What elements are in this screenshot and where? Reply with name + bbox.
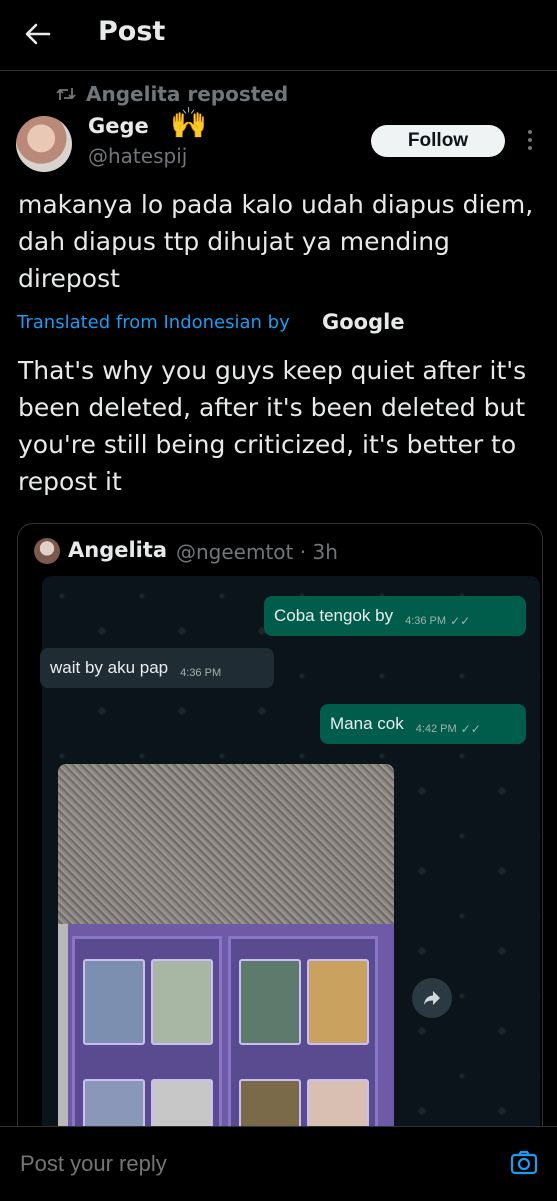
camera-icon[interactable]: [510, 1149, 538, 1177]
quote-avatar: [34, 538, 60, 564]
avatar[interactable]: [16, 116, 72, 172]
author-emoji: 🙌: [170, 106, 208, 141]
page-title: Post: [98, 16, 166, 47]
read-ticks-icon: ✓✓: [450, 614, 471, 628]
back-arrow-icon: [25, 23, 51, 45]
post-translation: That's why you guys keep quiet after it'…: [18, 356, 527, 496]
repost-icon: [56, 88, 76, 100]
quote-time: · 3h: [299, 540, 338, 564]
google-logo: Google: [322, 310, 405, 334]
translated-label[interactable]: Translated from Indonesian by: [17, 312, 290, 333]
photo-carpet: [58, 764, 394, 924]
chat-message: wait by aku pap: [50, 658, 169, 677]
quote-author-handle: @ngeemtot · 3h: [176, 540, 338, 564]
follow-button[interactable]: Follow: [371, 125, 505, 157]
back-button[interactable]: [18, 14, 58, 54]
photocard: [307, 959, 369, 1045]
more-icon[interactable]: [523, 126, 537, 156]
quoted-post[interactable]: Angelita @ngeemtot · 3h Coba tengok by 4…: [17, 523, 543, 1165]
chat-message: Coba tengok by: [274, 606, 394, 625]
photocard: [151, 959, 213, 1045]
forward-icon: [412, 978, 452, 1018]
header-divider: [0, 70, 557, 71]
chat-bubble-outgoing: Mana cok 4:42 PM ✓✓: [320, 704, 526, 744]
repost-label: Angelita reposted: [86, 82, 289, 106]
reply-input[interactable]: [18, 1150, 442, 1178]
chat-message: Mana cok: [330, 714, 404, 733]
chat-time: 4:42 PM: [415, 723, 457, 735]
quote-author-name: Angelita: [68, 538, 168, 562]
top-bar: Post: [0, 0, 557, 70]
chat-photo: [58, 764, 394, 1164]
author-name[interactable]: Gege: [88, 114, 149, 138]
chat-time: 4:36 PM: [180, 667, 222, 679]
read-ticks-icon: ✓✓: [460, 722, 481, 736]
photocard: [83, 959, 145, 1045]
photocard: [239, 959, 301, 1045]
repost-indicator[interactable]: Angelita reposted: [56, 82, 288, 106]
chat-screenshot: Coba tengok by 4:36 PM ✓✓ wait by aku pa…: [40, 576, 540, 1164]
chat-bubble-outgoing: Coba tengok by 4:36 PM ✓✓: [264, 596, 526, 636]
post-text: makanya lo pada kalo udah diapus diem, d…: [18, 190, 534, 293]
chat-bubble-incoming: wait by aku pap 4:36 PM: [40, 648, 274, 688]
author-handle[interactable]: @hatespij: [88, 144, 187, 168]
quote-handle-text: @ngeemtot: [176, 540, 294, 564]
chat-time: 4:36 PM: [405, 615, 447, 627]
